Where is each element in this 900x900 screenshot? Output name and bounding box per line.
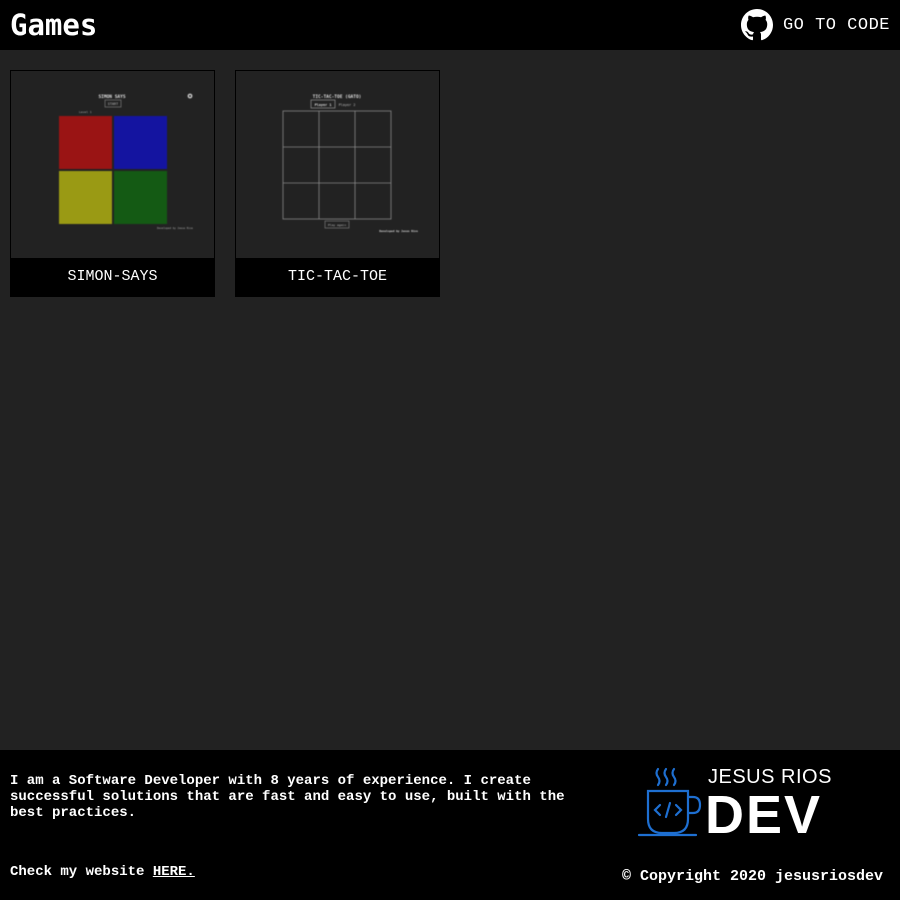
go-to-code-label: GO TO CODE [782, 15, 890, 35]
header-bar: Games GO TO CODE [0, 0, 900, 50]
logo-bottom-text: DEV [705, 785, 822, 845]
copyright: © Copyright 2020 jesusriosdev [621, 868, 883, 885]
simon-blue-pad [114, 116, 167, 169]
website-link[interactable]: HERE. [153, 864, 195, 880]
game-label-simon-says: SIMON-SAYS [11, 258, 214, 296]
website-line: Check my website HERE. [10, 864, 195, 880]
game-label-tic-tac-toe: TIC-TAC-TOE [236, 258, 439, 296]
simon-red-pad [59, 116, 112, 169]
thumb-ttt-player1: Player 1 [315, 103, 332, 107]
thumb-simon-footer: Developed by Jesus Rios [157, 226, 193, 230]
website-prefix: Check my website [10, 864, 153, 880]
go-to-code-link[interactable]: GO TO CODE [740, 9, 890, 41]
jesus-rios-dev-logo: JESUS RIOS DEV [637, 766, 831, 845]
thumb-simon-title: SIMON SAYS [98, 94, 125, 100]
page-title: Games [10, 8, 98, 42]
thumb-simon-start: START [108, 102, 119, 106]
thumb-ttt-player2: Player 2 [339, 103, 356, 107]
simon-yellow-pad [59, 171, 112, 224]
github-icon [740, 9, 773, 41]
thumb-ttt-play-again: Play again [328, 223, 346, 227]
simon-green-pad [114, 171, 167, 224]
coffee-cup-icon [637, 767, 702, 837]
game-card-simon-says[interactable]: SIMON SAYS START Level 1 Developed by Je… [10, 70, 215, 297]
thumb-simon-level: Level 1 [79, 110, 92, 114]
game-card-tic-tac-toe[interactable]: TIC-TAC-TOE (GATO) Player 1 Player 2 Pla… [235, 70, 440, 297]
gear-icon [187, 93, 193, 99]
thumb-ttt-footer: Developed by Jesus Rios [379, 229, 418, 233]
footer-bio: I am a Software Developer with 8 years o… [10, 773, 565, 821]
footer: I am a Software Developer with 8 years o… [0, 750, 900, 900]
tic-tac-toe-thumbnail: TIC-TAC-TOE (GATO) Player 1 Player 2 Pla… [236, 71, 439, 258]
simon-says-thumbnail: SIMON SAYS START Level 1 Developed by Je… [11, 71, 214, 258]
thumb-ttt-title: TIC-TAC-TOE (GATO) [313, 94, 362, 100]
